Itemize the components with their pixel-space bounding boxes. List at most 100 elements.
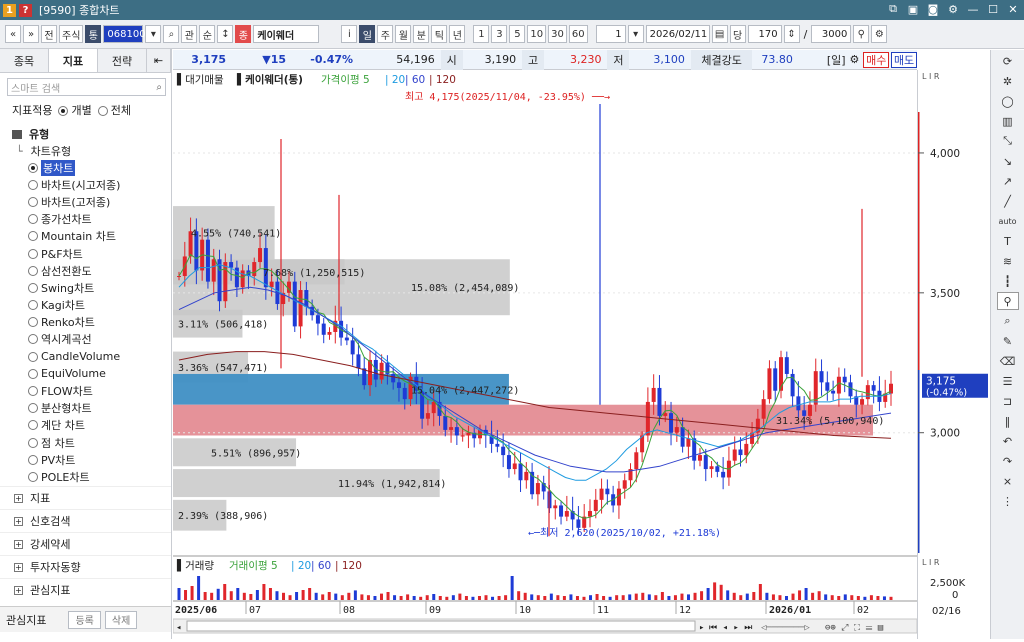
menu-icon[interactable]: 1 bbox=[3, 3, 16, 17]
chart-type-item[interactable]: CandleVolume bbox=[0, 348, 171, 365]
updown-button[interactable]: ↕ bbox=[217, 25, 234, 43]
text-icon[interactable]: T bbox=[997, 232, 1019, 250]
apply-individual-radio[interactable]: 개별 bbox=[58, 102, 92, 118]
chart-type-item[interactable]: 역시계곡선 bbox=[0, 331, 171, 348]
period-week-button[interactable]: 주 bbox=[377, 25, 394, 43]
tab-stocks[interactable]: 종목 bbox=[0, 49, 49, 72]
smart-search-input[interactable]: 스마트 검색 ⌕ bbox=[7, 78, 166, 96]
chart-type-item[interactable]: Mountain 차트 bbox=[0, 228, 171, 245]
eraser-icon[interactable]: ⌫ bbox=[997, 352, 1019, 370]
gear-icon[interactable]: ⚙ bbox=[871, 25, 888, 43]
market-button[interactable]: 전 bbox=[41, 25, 57, 43]
chart-icon[interactable]: ▥ bbox=[997, 112, 1019, 130]
sell-button[interactable]: 매도 bbox=[891, 51, 917, 68]
gear-icon[interactable]: ⚙ bbox=[846, 50, 864, 70]
radio-icon[interactable] bbox=[28, 179, 38, 190]
diagonal-icon[interactable]: ╱ bbox=[997, 192, 1019, 210]
chart-area[interactable]: ▌대기매물 ▌케이웨더(통) 가격이평 5 | 20 | 60 | 120 4.55% (7… bbox=[171, 70, 918, 639]
radio-icon[interactable] bbox=[28, 351, 38, 362]
tree-group-type[interactable]: 유형 bbox=[0, 125, 171, 143]
maximize-icon[interactable]: ☐ bbox=[986, 2, 1000, 16]
type-button[interactable]: 주식 bbox=[59, 25, 84, 43]
total-count-input[interactable]: 3000 bbox=[811, 25, 852, 43]
search-icon[interactable]: ⌕ bbox=[163, 25, 180, 43]
period-month-button[interactable]: 월 bbox=[395, 25, 412, 43]
radio-icon[interactable] bbox=[28, 214, 38, 225]
radio-icon[interactable] bbox=[28, 386, 38, 397]
chart-type-item[interactable]: Swing차트 bbox=[0, 279, 171, 296]
radio-icon[interactable] bbox=[28, 317, 38, 328]
radio-icon[interactable] bbox=[28, 420, 38, 431]
chart-type-item[interactable]: P&F차트 bbox=[0, 245, 171, 262]
chart-type-item[interactable]: FLOW차트 bbox=[0, 382, 171, 399]
link-icon[interactable]: ⧉ bbox=[886, 2, 900, 16]
fib-icon[interactable]: ≋ bbox=[997, 252, 1019, 270]
display-count-input[interactable]: 170 bbox=[747, 25, 782, 43]
watch-button[interactable]: 관 bbox=[181, 25, 198, 43]
interval-30-button[interactable]: 30 bbox=[548, 25, 567, 43]
stock-name-field[interactable]: 케이웨더 bbox=[253, 25, 320, 43]
period-tick-button[interactable]: 틱 bbox=[431, 25, 448, 43]
help-icon[interactable]: ? bbox=[19, 3, 32, 17]
radio-icon[interactable] bbox=[28, 334, 38, 345]
tab-indicators[interactable]: 지표 bbox=[49, 49, 98, 72]
interval-5-button[interactable]: 5 bbox=[509, 25, 526, 43]
brush-icon[interactable]: ✎ bbox=[997, 332, 1019, 350]
calendar-icon[interactable]: ▤ bbox=[711, 25, 728, 43]
period-minute-button[interactable]: 분 bbox=[413, 25, 430, 43]
radio-icon[interactable] bbox=[28, 437, 38, 448]
period-day-button[interactable]: 일 bbox=[359, 25, 376, 43]
chart-type-item[interactable]: 바차트(고저종) bbox=[0, 193, 171, 210]
align-icon[interactable]: ☰ bbox=[997, 372, 1019, 390]
interval-10-button[interactable]: 10 bbox=[527, 25, 547, 43]
tree-group-signals[interactable]: + 신호검색 bbox=[0, 509, 171, 532]
next-button[interactable]: » bbox=[23, 25, 39, 43]
radio-icon[interactable] bbox=[28, 265, 38, 276]
chart-type-item[interactable]: EquiVolume bbox=[0, 365, 171, 382]
interval-60-button[interactable]: 60 bbox=[568, 25, 588, 43]
zoom-icon[interactable]: ⚲ bbox=[853, 25, 870, 43]
chart-type-item[interactable]: 봉차트 bbox=[0, 159, 171, 176]
ray-icon[interactable]: ↗ bbox=[997, 172, 1019, 190]
radio-icon[interactable] bbox=[28, 248, 38, 259]
chart-type-item[interactable]: 계단 차트 bbox=[0, 417, 171, 434]
panel-collapse-icon[interactable]: ⇤ bbox=[147, 49, 171, 72]
sort-button[interactable]: 순 bbox=[199, 25, 216, 43]
tag-button[interactable]: 종 bbox=[235, 25, 252, 43]
chart-type-item[interactable]: POLE차트 bbox=[0, 468, 171, 485]
code-input[interactable]: 068100 bbox=[103, 25, 146, 43]
chart-type-item[interactable]: Renko차트 bbox=[0, 314, 171, 331]
period-year-button[interactable]: 년 bbox=[449, 25, 466, 43]
register-button[interactable]: 등록 bbox=[68, 610, 101, 629]
stair-icon[interactable]: ⊐ bbox=[997, 392, 1019, 410]
crosshair-icon[interactable]: ◯ bbox=[997, 92, 1019, 110]
minimize-icon[interactable]: — bbox=[966, 2, 980, 16]
bars-icon[interactable]: ‖ bbox=[997, 412, 1019, 430]
count-input[interactable]: 1 bbox=[595, 25, 626, 43]
undo-icon[interactable]: ↶ bbox=[997, 432, 1019, 450]
radio-icon[interactable] bbox=[28, 231, 38, 242]
spin-icon[interactable]: ⇕ bbox=[783, 25, 800, 43]
gear-icon[interactable]: ✲ bbox=[997, 72, 1019, 90]
candle-icon[interactable]: ┇ bbox=[997, 272, 1019, 290]
radio-icon[interactable] bbox=[28, 454, 38, 465]
redo-icon[interactable]: ↷ bbox=[997, 452, 1019, 470]
delete-icon[interactable]: ⨯ bbox=[997, 472, 1019, 490]
chart-type-item[interactable]: 바차트(시고저종) bbox=[0, 176, 171, 193]
current-button[interactable]: 당 bbox=[729, 25, 746, 43]
search-icon[interactable]: ⌕ bbox=[156, 82, 162, 93]
tree-group-strength[interactable]: + 강세약세 bbox=[0, 532, 171, 555]
tree-subgroup-chart-type[interactable]: └ 차트유형 bbox=[0, 143, 171, 159]
radio-icon[interactable] bbox=[28, 300, 38, 311]
radio-icon[interactable] bbox=[28, 196, 38, 207]
auto-icon[interactable]: auto bbox=[997, 212, 1019, 230]
save-icon[interactable]: ▣ bbox=[906, 2, 920, 16]
zoom-icon[interactable]: ⚲ bbox=[996, 292, 1019, 310]
radio-icon[interactable] bbox=[28, 368, 38, 379]
tab-strategy[interactable]: 전략 bbox=[98, 49, 147, 72]
more-icon[interactable]: ⋮ bbox=[997, 492, 1019, 510]
chart-type-item[interactable]: 종가선차트 bbox=[0, 211, 171, 228]
line-icon[interactable]: ↘ bbox=[997, 152, 1019, 170]
radio-icon[interactable] bbox=[28, 282, 38, 293]
radio-icon[interactable] bbox=[28, 403, 38, 414]
